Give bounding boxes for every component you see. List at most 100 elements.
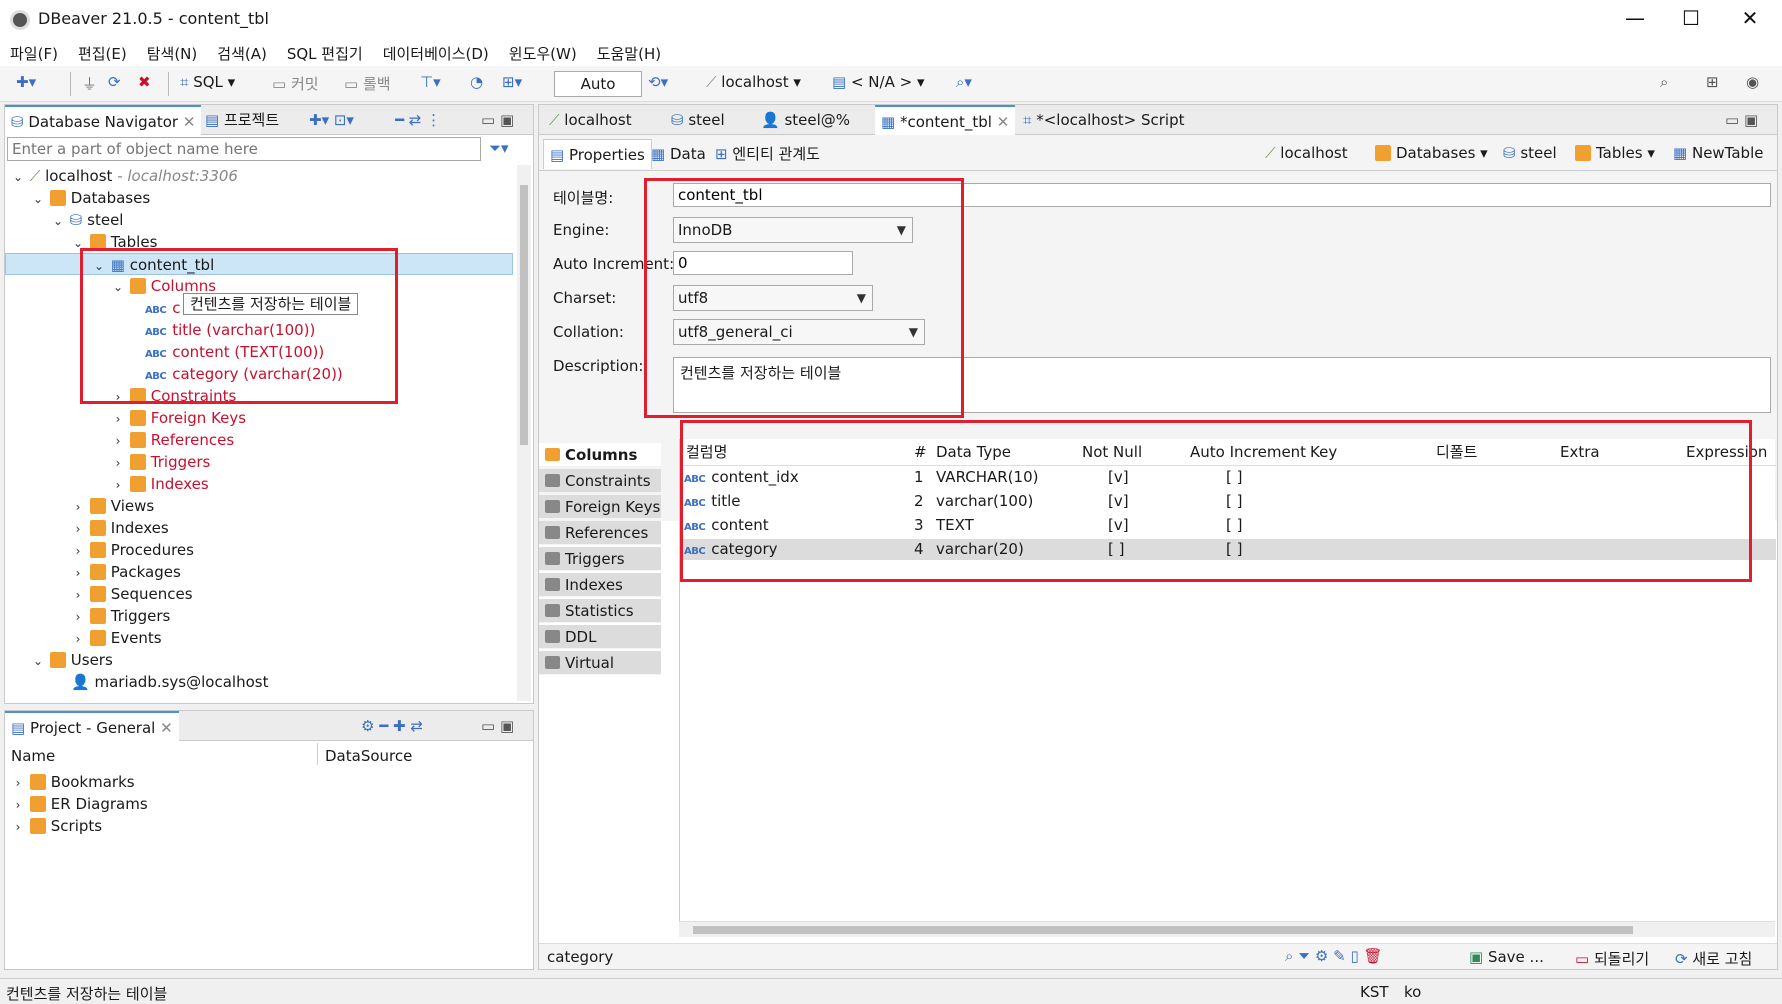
tree-column-item[interactable]: ABC content (TEXT(100)) [145,341,324,363]
crumb-steel[interactable]: ⛁ steel [1503,144,1557,162]
menu-database[interactable]: 데이터베이스(D) [383,43,489,64]
menu-window[interactable]: 윈도우(W) [509,43,577,64]
tree-node-localhost[interactable]: ⌄ ⟋ localhost - localhost:3306 [11,165,238,187]
tab-sql-script[interactable]: ⌗ *<localhost> Script [1017,105,1190,135]
global-search-icon[interactable]: ⌕ [1660,73,1668,91]
description-textarea[interactable]: 컨텐츠를 저장하는 테이블 [673,357,1771,413]
search-icon[interactable]: ⌕▾ [956,73,972,91]
disconnect-all-icon[interactable]: ✖ [138,73,151,91]
table-row[interactable]: ABC content 3 TEXT [v] [ ] [680,515,1776,536]
save-button[interactable]: ▣ Save ... [1469,948,1544,966]
tab-content-tbl[interactable]: ▦ *content_tbl ✕ [875,105,1016,135]
tree-node-databases[interactable]: ⌄ Databases [31,187,150,209]
menu-edit[interactable]: 편집(E) [78,43,127,64]
project-item-bookmarks[interactable]: › Bookmarks [11,773,135,791]
grid-header-key[interactable]: Key [1310,439,1337,465]
commit-button[interactable]: ▭ 커밋 [272,73,319,94]
grid-header-extra[interactable]: Extra [1560,439,1600,465]
tab-localhost[interactable]: ⟋ localhost [543,105,638,135]
tree-column-item[interactable]: ABC title (varchar(100)) [145,319,315,341]
grid-header-index[interactable]: # [914,439,927,465]
tree-node-procedures[interactable]: › Procedures [71,539,194,561]
session-icon[interactable]: ⊞▾ [502,73,522,91]
tree-node-references[interactable]: › References [111,429,235,451]
grid-header-notnull[interactable]: Not Null [1082,439,1142,465]
editor-minmax-icon[interactable]: ▭ ▣ [1719,105,1764,135]
open-perspective-icon[interactable]: ⊞ [1706,73,1719,91]
disconnect-icon[interactable]: ⏚ [82,73,97,94]
navigator-filter-input[interactable] [7,137,481,161]
table-name-input[interactable] [673,183,1771,207]
tab-project-general[interactable]: ▤ Project - General ✕ [5,711,179,741]
tree-node-sequences[interactable]: › Sequences [71,583,193,605]
subtab-er-diagram[interactable]: ⊞ 엔티티 관계도 [709,139,826,169]
grid-header-type[interactable]: Data Type [936,439,1011,465]
commit-mode-select[interactable]: Auto [554,71,642,97]
tree-column-item[interactable]: ABC c [145,297,180,319]
tree-node-user[interactable]: 👤 mariadb.sys@localhost [71,671,268,693]
tree-node-tables[interactable]: ⌄ Tables [71,231,157,253]
subtab-data[interactable]: ▦ Data [645,139,712,169]
active-datasource-select[interactable]: ⟋ localhost ▾ [706,73,801,91]
crumb-databases[interactable]: Databases ▾ [1375,144,1488,162]
tab-steel-user[interactable]: 👤 steel@% [755,105,856,135]
crumb-localhost[interactable]: ⟋ localhost [1265,144,1348,162]
grid-header-name[interactable]: 컬럼명 [686,439,727,465]
rollback-button[interactable]: ▭ 롤백 [344,73,391,94]
tree-node-packages[interactable]: › Packages [71,561,181,583]
menu-search[interactable]: 검색(A) [217,43,267,64]
subtab-properties[interactable]: ▤ Properties [543,139,652,169]
maximize-button[interactable]: ☐ [1676,6,1706,34]
side-tab-columns[interactable]: Columns [539,443,661,467]
filter-icon[interactable]: ⏷▾ [489,139,509,157]
project-toolbar-icons[interactable]: ⚙ ━ ✚ ⇄ [355,711,429,741]
menu-sql-editor[interactable]: SQL 편집기 [287,43,363,64]
tree-node-db-triggers[interactable]: › Triggers [71,605,171,627]
tab-steel[interactable]: ⛁ steel [665,105,731,135]
menu-file[interactable]: 파일(F) [10,43,58,64]
tab-project[interactable]: ▤ 프로젝트 [199,105,285,135]
side-tab-statistics[interactable]: Statistics [539,599,661,623]
new-connection-icon[interactable]: ✚▾ [16,73,36,91]
dbeaver-perspective-icon[interactable]: ◉ [1746,73,1759,91]
new-connection-small-icon[interactable]: ✚▾ ⊡▾ [303,105,360,135]
sql-editor-button[interactable]: ⌗ SQL ▾ [180,73,235,91]
side-tab-ddl[interactable]: DDL [539,625,661,649]
table-row[interactable]: ABC content_idx 1 VARCHAR(10) [v] [ ] [680,467,1776,488]
project-item-scripts[interactable]: › Scripts [11,817,103,835]
side-tab-triggers[interactable]: Triggers [539,547,661,571]
panel-minmax-icon[interactable]: ▭ ▣ [475,105,520,135]
tree-node-triggers[interactable]: › Triggers [111,451,211,473]
tree-node-events[interactable]: › Events [71,627,162,649]
grid-header-expression[interactable]: Expression [1686,439,1767,465]
reconnect-icon[interactable]: ⟳ [108,73,121,91]
refresh-button[interactable]: ⟳ 새로 고침 [1675,948,1752,969]
history-icon[interactable]: ⟲▾ [648,73,668,91]
close-button[interactable]: ✕ [1735,6,1765,34]
side-tab-virtual[interactable]: Virtual [539,651,661,675]
menu-navigate[interactable]: 탐색(N) [147,43,198,64]
table-row[interactable]: ABC title 2 varchar(100) [v] [ ] [680,491,1776,512]
tree-node-users[interactable]: ⌄ Users [31,649,113,671]
charset-select[interactable]: utf8 ▼ [673,285,873,311]
grid-horizontal-scrollbar[interactable] [679,921,1775,937]
side-tab-references[interactable]: References [539,521,661,545]
table-row[interactable]: ABC category 4 varchar(20) [ ] [ ] [680,539,1776,560]
tree-node-constraints[interactable]: › Constraints [111,385,237,407]
tree-node-views[interactable]: › Views [71,495,155,517]
auto-increment-input[interactable] [673,251,853,275]
navigator-scrollbar[interactable] [517,165,531,701]
engine-select[interactable]: InnoDB ▼ [673,217,913,243]
tree-column-item[interactable]: ABC category (varchar(20)) [145,363,343,385]
crumb-tables[interactable]: Tables ▾ [1575,144,1655,162]
dashboard-icon[interactable]: ◔ [470,73,483,91]
transaction-mode-icon[interactable]: ⊤▾ [420,73,441,91]
grid-header-default[interactable]: 디폴트 [1436,439,1477,465]
tree-node-indexes[interactable]: › Indexes [111,473,209,495]
active-schema-select[interactable]: ▤ < N/A > ▾ [832,73,924,91]
tree-node-foreign-keys[interactable]: › Foreign Keys [111,407,247,429]
tree-node-steel[interactable]: ⌄ ⛁ steel [51,209,124,231]
side-tab-foreign-keys[interactable]: Foreign Keys [539,495,661,519]
menu-help[interactable]: 도움말(H) [597,43,661,64]
project-item-er-diagrams[interactable]: › ER Diagrams [11,795,148,813]
